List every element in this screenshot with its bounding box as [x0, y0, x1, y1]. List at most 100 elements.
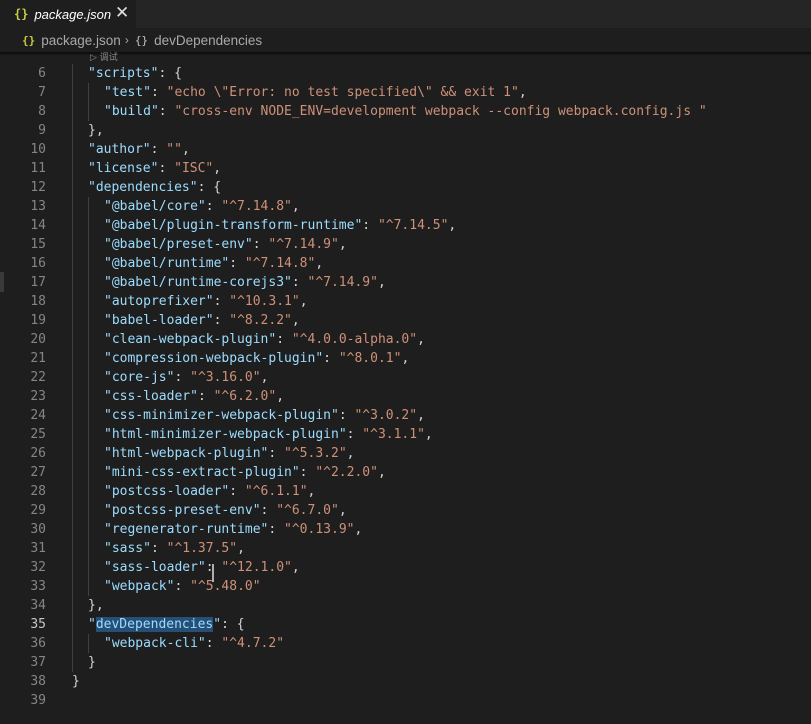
- json-key: autoprefixer: [111, 294, 206, 309]
- indent-guide: [72, 387, 73, 406]
- line-number: 22: [30, 370, 46, 385]
- code-line: 14 "@babel/plugin-transform-runtime": "^7…: [0, 216, 811, 235]
- json-value: ^5.3.2: [291, 446, 339, 461]
- json-key: license: [95, 161, 151, 176]
- object-symbol-icon: {}: [134, 33, 149, 47]
- line-number: 23: [30, 389, 46, 404]
- punctuation: ,: [377, 465, 386, 480]
- punctuation: ,: [338, 503, 347, 518]
- punctuation: ,: [354, 522, 363, 537]
- punctuation: ,: [213, 161, 222, 176]
- json-key: @babel/core: [111, 199, 198, 214]
- code-text: "@babel/core": "^7.14.8",: [104, 199, 300, 214]
- indent-guide: [88, 482, 89, 501]
- code-text: "@babel/runtime-corejs3": "^7.14.9",: [104, 275, 386, 290]
- line-number: 34: [30, 598, 46, 613]
- code-text: "postcss-loader": "^6.1.1",: [104, 484, 316, 499]
- code-text: "webpack-cli": "^4.7.2": [104, 636, 285, 651]
- code-line: 37}: [0, 653, 811, 672]
- breadcrumb-symbol[interactable]: devDependencies: [154, 33, 262, 48]
- code-line: 22 "core-js": "^3.16.0",: [0, 368, 811, 387]
- punctuation: ,: [417, 332, 425, 347]
- code-line: 25 "html-minimizer-webpack-plugin": "^3.1…: [0, 425, 811, 444]
- code-line: 28 "postcss-loader": "^6.1.1",: [0, 482, 811, 501]
- json-key: html-minimizer-webpack-plugin: [111, 427, 339, 442]
- json-value: ISC: [181, 161, 206, 176]
- indent-guide: [88, 254, 89, 273]
- json-key: @babel/runtime-corejs3: [111, 275, 285, 290]
- indent-guide: [88, 292, 89, 311]
- breadcrumb-file[interactable]: package.json: [41, 33, 121, 48]
- indent-guide: [88, 83, 89, 102]
- punctuation: ,: [518, 85, 527, 100]
- code-line: 31 "sass": "^1.37.5",: [0, 539, 811, 558]
- json-key: webpack-cli: [111, 636, 198, 651]
- indent-guide: [72, 615, 73, 634]
- json-value: ^7.14.5: [385, 218, 441, 233]
- json-key: compression-webpack-plugin: [111, 351, 316, 366]
- code-text: "html-webpack-plugin": "^5.3.2",: [104, 446, 355, 461]
- code-line: 19 "babel-loader": "^8.2.2",: [0, 311, 811, 330]
- indent-guide: [88, 197, 89, 216]
- json-value: ^2.2.0: [323, 465, 371, 480]
- json-value: ^8.0.1: [346, 351, 394, 366]
- code-line: 16 "@babel/runtime": "^7.14.8",: [0, 254, 811, 273]
- line-number: 27: [30, 465, 46, 480]
- line-number: 11: [30, 161, 46, 176]
- indent-guide: [88, 102, 89, 121]
- line-number: 20: [30, 332, 46, 347]
- line-number: 14: [30, 218, 46, 233]
- indent-guide: [72, 501, 73, 520]
- code-text: "@babel/plugin-transform-runtime": "^7.1…: [104, 218, 457, 233]
- indent-guide: [88, 273, 89, 292]
- code-line: 27 "mini-css-extract-plugin": "^2.2.0",: [0, 463, 811, 482]
- json-value: ^7.14.9: [276, 237, 331, 252]
- json-key: author: [95, 142, 143, 157]
- json-key: @babel/preset-env: [111, 237, 245, 252]
- punctuation: ,: [377, 275, 386, 290]
- code-text: "license": "ISC",: [88, 161, 222, 176]
- code-line: 30 "regenerator-runtime": "^0.13.9",: [0, 520, 811, 539]
- indent-guide: [72, 64, 73, 83]
- json-key: postcss-loader: [111, 484, 222, 499]
- json-key: css-minimizer-webpack-plugin: [111, 408, 331, 423]
- json-value: cross-env NODE_ENV=development webpack -…: [182, 104, 699, 119]
- code-line: 38}: [0, 672, 811, 691]
- line-number: 7: [38, 85, 46, 100]
- indent-guide: [72, 558, 73, 577]
- line-number: 9: [38, 123, 46, 138]
- json-file-icon: {}: [22, 33, 36, 47]
- indent-guide: [72, 463, 73, 482]
- json-key: css-loader: [111, 389, 191, 404]
- line-number: 24: [30, 408, 46, 423]
- code-editor[interactable]: 6 "scripts": {7 "test": "echo \"Error: no …: [0, 56, 811, 724]
- json-key: sass-loader: [111, 560, 198, 575]
- punctuation: ,: [299, 294, 308, 309]
- indent-guide: [72, 520, 73, 539]
- indent-guide: [72, 83, 73, 102]
- json-value: ^6.1.1: [252, 484, 300, 499]
- indent-guide: [72, 178, 73, 197]
- indent-guide: [88, 501, 89, 520]
- punctuation: ,: [315, 256, 324, 271]
- line-number: 17: [30, 275, 46, 290]
- close-icon[interactable]: ✕: [115, 3, 129, 23]
- code-text: },: [88, 596, 104, 615]
- code-line: 15 "@babel/preset-env": "^7.14.9",: [0, 235, 811, 254]
- code-line: 9},: [0, 121, 811, 140]
- breadcrumb: {} package.json › {} devDependencies: [0, 28, 811, 52]
- tab-package-json[interactable]: {} package.json ✕: [0, 0, 136, 28]
- json-value: ^4.0.0-alpha.0: [299, 332, 410, 347]
- indent-guide: [72, 216, 73, 235]
- line-number: 19: [30, 313, 46, 328]
- line-number: 25: [30, 427, 46, 442]
- indent-guide: [72, 140, 73, 159]
- json-value: ^6.2.0: [221, 389, 269, 404]
- indent-guide: [88, 368, 89, 387]
- line-number: 8: [38, 104, 46, 119]
- indent-guide: [72, 349, 73, 368]
- indent-guide: [72, 121, 73, 140]
- tab-bar: {} package.json ✕: [0, 0, 811, 28]
- json-value: ^0.13.9: [291, 522, 347, 537]
- indent-guide: [88, 463, 89, 482]
